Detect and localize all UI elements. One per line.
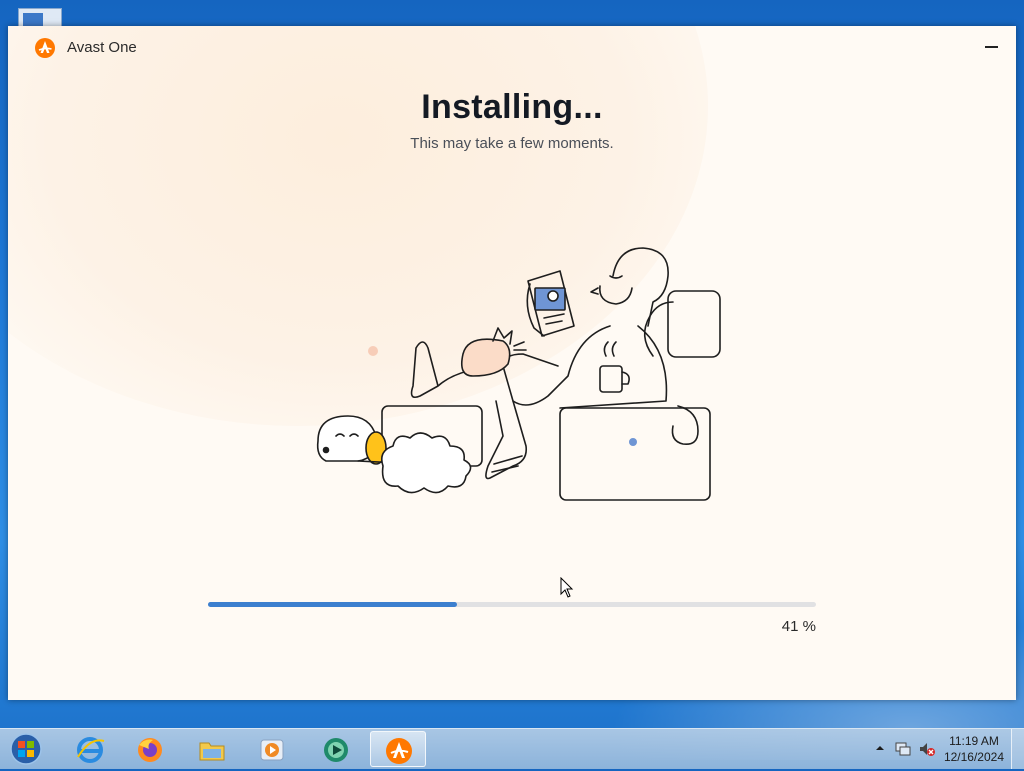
media-app-icon: [324, 738, 348, 762]
taskbar-ie-button[interactable]: [62, 731, 118, 767]
clock-time: 11:19 AM: [949, 734, 999, 748]
progress-bar: [208, 602, 816, 607]
progress-percent: 41 %: [781, 618, 816, 635]
taskbar-media-player-button[interactable]: [244, 731, 300, 767]
system-tray: 11:19 AM 12/16/2024: [864, 729, 1024, 769]
app-title: Avast One: [67, 39, 137, 56]
show-hidden-icons-icon[interactable]: [874, 742, 886, 754]
start-button[interactable]: [6, 732, 46, 766]
avast-icon: [386, 738, 412, 764]
clock-date: 12/16/2024: [943, 750, 1004, 764]
taskbar-avast-button[interactable]: [370, 731, 426, 767]
firefox-icon: [138, 738, 162, 762]
title-bar: Avast One: [8, 26, 1016, 70]
page-title: Installing...: [421, 88, 603, 126]
taskbar-firefox-button[interactable]: [122, 731, 178, 767]
mouse-cursor-icon: [560, 577, 574, 598]
progress-fill: [208, 602, 458, 607]
ie-icon: [77, 737, 105, 763]
page-subtitle: This may take a few moments.: [410, 135, 614, 152]
volume-muted-icon[interactable]: [918, 740, 936, 758]
avast-logo-icon: [35, 38, 55, 58]
taskbar: 11:19 AM 12/16/2024: [0, 728, 1024, 769]
media-player-icon: [260, 739, 284, 761]
clock[interactable]: 11:19 AM 12/16/2024: [944, 733, 1004, 765]
minimize-button[interactable]: [980, 34, 1002, 58]
windows-start-icon: [10, 733, 42, 765]
folder-icon: [199, 742, 225, 761]
installer-window: Avast One Installing... This may take a …: [8, 26, 1016, 700]
show-desktop-button[interactable]: [1011, 729, 1024, 769]
taskbar-media-app-button[interactable]: [308, 731, 364, 767]
relaxing-person-illustration: [316, 247, 721, 501]
taskbar-explorer-button[interactable]: [184, 731, 240, 767]
network-icon[interactable]: [894, 740, 912, 758]
